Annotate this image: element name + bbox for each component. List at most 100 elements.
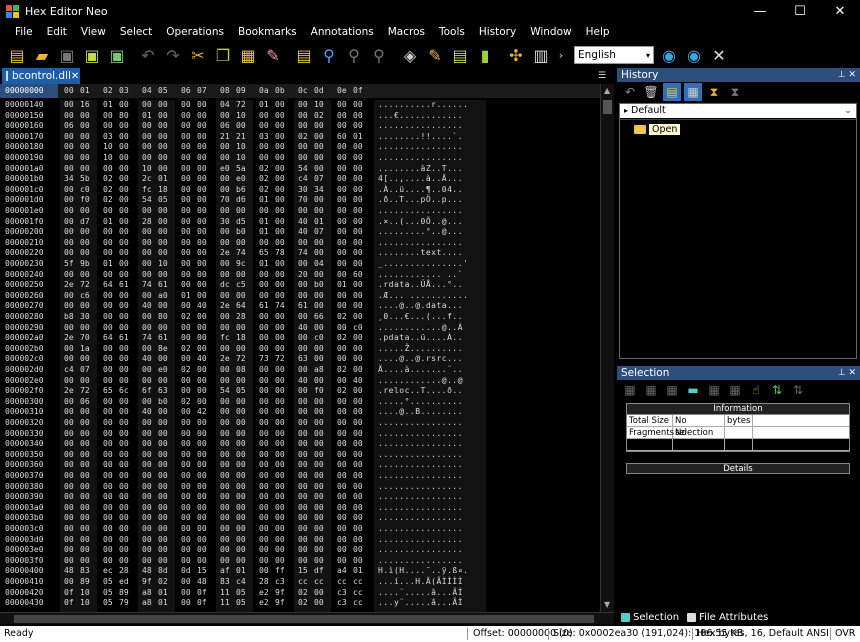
hex-byte[interactable]: 00 — [142, 460, 152, 470]
hex-byte[interactable]: 00 — [275, 365, 285, 375]
hex-byte[interactable]: 00 — [181, 174, 191, 184]
hex-byte[interactable]: 00 — [275, 524, 285, 534]
hex-byte[interactable]: 00 — [298, 429, 308, 439]
hex-byte[interactable]: 00 — [275, 471, 285, 481]
ascii-text[interactable]: ................ — [378, 142, 463, 152]
hex-byte[interactable]: 00 — [298, 386, 308, 396]
hex-byte[interactable]: 00 — [236, 556, 246, 566]
hex-byte[interactable]: 00 — [181, 100, 191, 110]
hex-byte[interactable]: 00 — [314, 460, 324, 470]
hex-byte[interactable]: 00 — [337, 418, 347, 428]
hex-byte[interactable]: 00 — [103, 439, 113, 449]
hex-byte[interactable]: d6 — [236, 195, 246, 205]
hex-byte[interactable]: 00 — [197, 344, 207, 354]
hex-byte[interactable]: 10 — [236, 153, 246, 163]
hex-byte[interactable]: 00 — [314, 270, 324, 280]
ascii-text[interactable]: ...€............ — [378, 111, 463, 121]
hex-byte[interactable]: 00 — [275, 439, 285, 449]
hex-byte[interactable]: 00 — [181, 280, 191, 290]
hex-byte[interactable]: 00 — [259, 524, 269, 534]
hex-byte[interactable]: 61 — [119, 280, 129, 290]
hex-byte[interactable]: e2 — [259, 598, 269, 608]
hex-byte[interactable]: 00 — [197, 111, 207, 121]
hex-byte[interactable]: 11 — [220, 588, 230, 598]
hex-byte[interactable]: 02 — [259, 174, 269, 184]
hex-byte[interactable]: 00 — [220, 397, 230, 407]
ascii-text[interactable]: ................ — [378, 418, 463, 428]
hex-byte[interactable]: 00 — [353, 185, 363, 195]
hex-byte[interactable]: 61 — [259, 301, 269, 311]
hex-byte[interactable]: 00 — [80, 111, 90, 121]
hex-row[interactable]: 00000350 00 00 00 00 00 00 00 00 00 00 00 00 00 00 00 00… — [0, 450, 600, 460]
hex-byte[interactable]: 00 — [158, 492, 168, 502]
hex-byte[interactable]: 00 — [64, 429, 74, 439]
hex-byte[interactable]: 21 — [236, 132, 246, 142]
save-all-icon[interactable]: ▣ — [81, 44, 103, 66]
hex-byte[interactable]: 00 — [236, 524, 246, 534]
hex-byte[interactable]: 00 — [259, 323, 269, 333]
hex-byte[interactable]: 00 — [236, 471, 246, 481]
hex-byte[interactable]: 00 — [64, 418, 74, 428]
hex-byte[interactable]: 2e — [220, 354, 230, 364]
ascii-text[interactable]: 4[..,....à..Ä... — [378, 174, 463, 184]
hex-byte[interactable]: 00 — [337, 471, 347, 481]
ascii-text[interactable]: ............ ..` — [378, 270, 463, 280]
hex-byte[interactable]: 00 — [181, 142, 191, 152]
hex-byte[interactable]: 61 — [119, 333, 129, 343]
hex-byte[interactable]: b0 — [314, 280, 324, 290]
history-delete-icon[interactable]: 🗑 — [642, 83, 660, 101]
hex-byte[interactable]: 6c — [119, 386, 129, 396]
hex-byte[interactable]: 00 — [197, 513, 207, 523]
ascii-text[interactable]: .Æ... ........... — [378, 291, 468, 301]
hex-byte[interactable]: 00 — [314, 301, 324, 311]
erase-icon[interactable]: ✎ — [262, 44, 284, 66]
hex-byte[interactable]: 00 — [181, 238, 191, 248]
vertical-scrollbar[interactable]: ▲ ▼ — [600, 84, 614, 612]
hex-byte[interactable]: 00 — [314, 418, 324, 428]
hex-row[interactable]: 000001b0 34 5b 02 00 2c 01 00 00 00 e0 02 00 c4 07 00 00… — [0, 174, 600, 184]
hex-byte[interactable]: 00 — [314, 598, 324, 608]
hex-byte[interactable]: 00 — [197, 439, 207, 449]
hex-byte[interactable]: 00 — [259, 280, 269, 290]
hex-byte[interactable]: 48 — [142, 566, 152, 576]
hex-byte[interactable]: 05 — [236, 386, 246, 396]
hex-byte[interactable]: 00 — [298, 407, 308, 417]
hex-byte[interactable]: 00 — [220, 323, 230, 333]
edit-icon[interactable]: ✎ — [424, 44, 446, 66]
ascii-text[interactable]: ........!!....`. — [378, 132, 463, 142]
open-folder-icon[interactable]: ▰ — [31, 44, 53, 66]
details-header[interactable]: Details — [626, 463, 850, 474]
hex-byte[interactable]: 00 — [353, 164, 363, 174]
hex-byte[interactable]: 00 — [220, 503, 230, 513]
hex-byte[interactable]: 06 — [220, 121, 230, 131]
hex-byte[interactable]: 00 — [64, 545, 74, 555]
hex-byte[interactable]: 00 — [220, 111, 230, 121]
hex-byte[interactable]: 00 — [298, 556, 308, 566]
hex-byte[interactable]: 00 — [298, 238, 308, 248]
hex-row[interactable]: 00000370 00 00 00 00 00 00 00 00 00 00 00 00 00 00 00 00… — [0, 471, 600, 481]
hex-byte[interactable]: 00 — [275, 132, 285, 142]
hex-byte[interactable]: 00 — [64, 291, 74, 301]
hex-byte[interactable]: 00 — [220, 450, 230, 460]
hex-byte[interactable]: 00 — [142, 397, 152, 407]
hex-byte[interactable]: 00 — [353, 312, 363, 322]
hex-byte[interactable]: 00 — [220, 174, 230, 184]
hex-byte[interactable]: 18 — [236, 333, 246, 343]
hex-byte[interactable]: 00 — [337, 259, 347, 269]
hex-byte[interactable]: 00 — [64, 556, 74, 566]
hex-byte[interactable]: 00 — [197, 471, 207, 481]
hex-byte[interactable]: c4 — [236, 577, 246, 587]
hex-byte[interactable]: 00 — [103, 513, 113, 523]
hex-byte[interactable]: 00 — [298, 482, 308, 492]
ascii-text[interactable]: ¸0...€...(...f.. — [378, 312, 463, 322]
hex-byte[interactable]: 00 — [142, 291, 152, 301]
hex-byte[interactable]: 00 — [314, 195, 324, 205]
hex-byte[interactable]: 00 — [64, 270, 74, 280]
view-mode-icon[interactable]: ▥ — [530, 44, 552, 66]
hex-byte[interactable]: 18 — [158, 185, 168, 195]
hex-byte[interactable]: 00 — [314, 397, 324, 407]
hex-byte[interactable]: fc — [220, 333, 230, 343]
hex-byte[interactable]: 02 — [158, 577, 168, 587]
hex-byte[interactable]: 10 — [236, 142, 246, 152]
hex-byte[interactable]: 00 — [80, 418, 90, 428]
